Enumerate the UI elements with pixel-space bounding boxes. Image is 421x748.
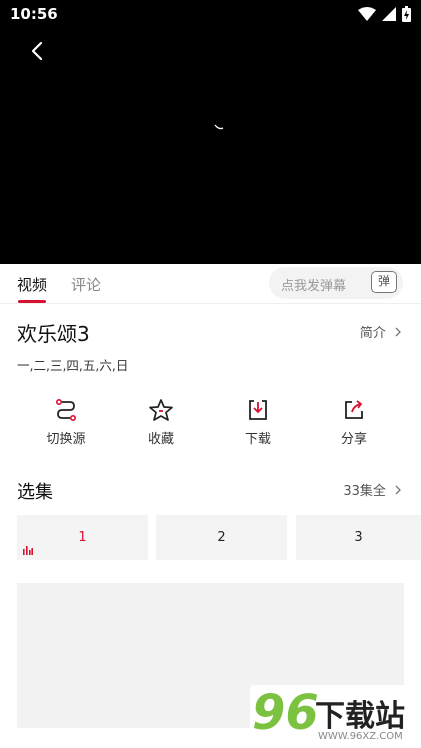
download-icon: [249, 400, 267, 420]
back-button[interactable]: [22, 36, 52, 66]
switch-source-button[interactable]: 切换源: [26, 398, 106, 447]
watermark-number: 96: [252, 685, 319, 741]
tab-video[interactable]: 视频: [17, 274, 47, 295]
watermark-logo: 96 下载站 WWW.96XZ.COM: [250, 685, 421, 748]
episode-item[interactable]: 1: [17, 515, 148, 560]
episodes-title: 选集: [17, 482, 53, 503]
watermark-text: 下载站: [315, 699, 405, 734]
share-button[interactable]: 分享: [314, 398, 394, 447]
episode-number: 2: [217, 530, 226, 545]
action-row: 切换源 收藏 下载 分享: [0, 398, 421, 458]
star-icon: [149, 399, 173, 421]
signal-icon: [382, 7, 396, 21]
playing-bars-icon: [23, 546, 33, 555]
episodes-total-label: 33集全: [343, 484, 386, 499]
wifi-icon: [358, 7, 376, 21]
intro-link[interactable]: 简介: [360, 322, 403, 341]
broadcast-days: 一,二,三,四,五,六,日: [17, 358, 129, 373]
episode-item[interactable]: 2: [156, 515, 287, 560]
favorite-label: 收藏: [147, 432, 174, 447]
danmaku-toggle-button[interactable]: 弹: [371, 271, 397, 293]
share-icon: [345, 400, 363, 419]
episode-number: 3: [354, 530, 363, 545]
battery-icon: [402, 6, 411, 22]
episode-number: 1: [78, 530, 87, 545]
tab-indicator: [18, 300, 46, 303]
chevron-left-icon: [31, 41, 43, 61]
episode-item[interactable]: 3: [296, 515, 421, 560]
danmaku-input[interactable]: 点我发弹幕: [281, 275, 346, 294]
tab-comments[interactable]: 评论: [71, 274, 101, 295]
favorite-button[interactable]: 收藏: [121, 398, 201, 447]
download-label: 下载: [244, 432, 271, 447]
download-button[interactable]: 下载: [218, 398, 298, 447]
switch-source-label: 切换源: [46, 432, 86, 447]
status-time: 10:56: [10, 5, 58, 23]
intro-label: 简介: [359, 326, 386, 341]
loading-spinner-icon: [214, 124, 224, 130]
switch-source-icon: [55, 398, 76, 421]
status-icons: [358, 6, 411, 22]
status-bar: 10:56: [0, 0, 421, 30]
video-player[interactable]: 10:56: [0, 0, 421, 264]
chevron-right-icon: [395, 327, 401, 337]
episodes-all-link[interactable]: 33集全: [343, 480, 403, 499]
chevron-right-icon: [395, 485, 401, 495]
watermark-url: WWW.96XZ.COM: [318, 731, 403, 742]
show-title: 欢乐颂3: [17, 322, 90, 346]
share-label: 分享: [340, 432, 367, 447]
danmaku-bar: 点我发弹幕 弹: [269, 267, 403, 299]
